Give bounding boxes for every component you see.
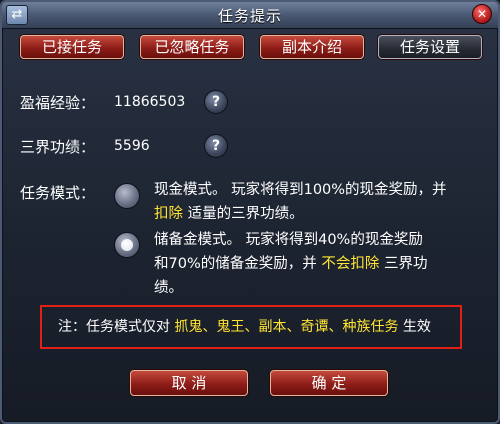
tab-ignored-tasks[interactable]: 已忽略任务 [140, 35, 244, 59]
window-title: 任务提示 [217, 7, 282, 25]
merit-label: 三界功绩： [20, 138, 96, 156]
cash-mode-description: 现金模式。 玩家将得到100%的现金奖励，并 扣除 适量的三界功绩。 [154, 182, 447, 222]
confirm-button[interactable]: 确 定 [270, 370, 388, 396]
tab-dungeon-intro[interactable]: 副本介绍 [260, 35, 364, 59]
radio-reserve-mode[interactable] [114, 232, 140, 258]
bonus-exp-help-icon[interactable]: ? [204, 90, 228, 114]
task-mode-label: 任务模式： [20, 184, 96, 202]
cancel-button[interactable]: 取 消 [130, 370, 248, 396]
cash-mode-highlight: 扣除 [154, 206, 183, 222]
task-settings-window: ⇄ 任务提示 ✕ 已接任务 已忽略任务 副本介绍 任务设置 盈福经验： 1186… [0, 0, 500, 424]
merit-help-icon[interactable]: ? [204, 134, 228, 158]
note-highlight: 抓鬼、鬼王、副本、奇谭、种族任务 [174, 319, 399, 335]
title-bar[interactable]: ⇄ 任务提示 ✕ [2, 2, 498, 29]
bonus-exp-value: 11866503 [114, 94, 186, 110]
reserve-mode-highlight: 不会扣除 [321, 256, 380, 272]
tab-task-settings[interactable]: 任务设置 [378, 35, 482, 59]
close-icon[interactable]: ✕ [472, 4, 492, 24]
radio-cash-mode[interactable] [114, 183, 140, 209]
tab-accepted-tasks[interactable]: 已接任务 [20, 35, 124, 59]
merit-value: 5596 [114, 138, 150, 154]
bonus-exp-label: 盈福经验： [20, 94, 96, 112]
reserve-mode-description: 储备金模式。 玩家将得到40%的现金奖励 和70%的储备金奖励，并 不会扣除 三… [154, 232, 428, 296]
task-mode-note: 注：任务模式仅对 抓鬼、鬼王、副本、奇谭、种族任务 生效 [40, 305, 462, 349]
